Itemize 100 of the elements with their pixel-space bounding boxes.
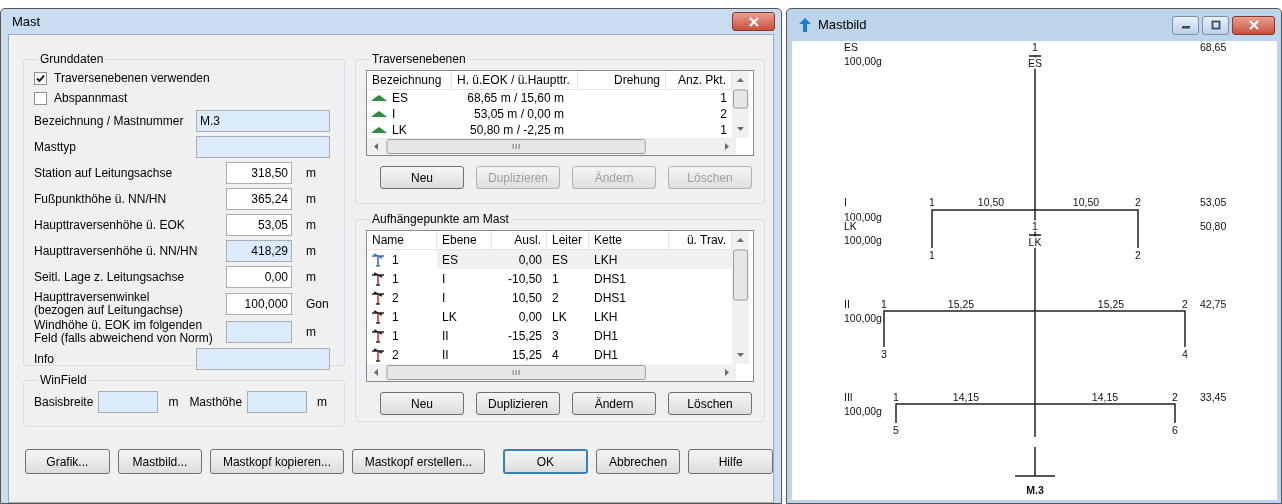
dialog-button[interactable]: Hilfe — [688, 449, 773, 474]
input-field[interactable]: 0,00 — [226, 266, 292, 288]
table-cell-text: II — [442, 327, 449, 345]
height-label: 50,80 — [1200, 220, 1227, 232]
column-header[interactable]: Ebene — [437, 231, 492, 250]
conductor-number: 6 — [1172, 424, 1178, 436]
close-icon — [747, 16, 760, 27]
point-number: 1 — [1032, 220, 1038, 232]
vertical-scrollbar[interactable] — [732, 231, 749, 364]
level-name: ES — [844, 41, 858, 53]
field-label: Masthöhe — [189, 394, 243, 411]
dialog-button[interactable]: Löschen — [668, 392, 752, 415]
table-cell-text: 50,80 m / -2,25 m — [469, 122, 564, 139]
column-header[interactable]: Leiter — [547, 231, 589, 250]
conductor-number: 3 — [881, 348, 887, 360]
angle-label: 100,00g — [844, 211, 882, 223]
conductor-number: 2 — [1135, 249, 1141, 261]
field-label: Fußpunkthöhe ü. NN/HN — [34, 192, 168, 206]
input-field[interactable] — [98, 391, 159, 413]
height-label: 33,45 — [1200, 391, 1227, 403]
column-header[interactable]: Ausl. — [492, 231, 547, 250]
dialog-button[interactable]: OK — [503, 449, 588, 474]
table-cell-text: 2 — [552, 289, 559, 307]
close-button[interactable] — [1232, 15, 1275, 35]
insulator-icon — [371, 347, 385, 362]
input-field[interactable] — [196, 136, 330, 158]
dialog-button[interactable]: Mastkopf kopieren... — [210, 449, 344, 474]
table-cell-text: 1 — [552, 270, 559, 288]
unit-label: m — [305, 217, 316, 234]
input-field[interactable]: 318,50 — [226, 162, 292, 184]
maximize-button[interactable] — [1202, 15, 1229, 35]
table-cell-text: 1 — [392, 251, 399, 269]
input-field[interactable] — [247, 391, 308, 413]
group-title: WinField — [39, 372, 88, 389]
table-cell-text: 53,05 m / 0,00 m — [473, 106, 564, 123]
group-title: Grunddaten — [39, 51, 105, 68]
level-name: I — [844, 196, 847, 208]
conductor-number: 5 — [893, 424, 899, 436]
angle-label: 100,00g — [844, 234, 882, 246]
unit-label: m — [305, 165, 316, 182]
horizontal-scrollbar[interactable] — [367, 364, 736, 381]
level-name: III — [844, 391, 853, 403]
column-header[interactable]: Drehung — [578, 71, 666, 90]
unit-label: Gon — [305, 296, 329, 313]
group-title: Aufhängepunkte am Mast — [371, 211, 510, 228]
field-label: Haupttraversenhöhe ü. EOK — [34, 218, 186, 232]
table-cell-text: DHS1 — [594, 270, 626, 288]
vertical-scrollbar[interactable] — [732, 71, 749, 138]
height-label: 68,65 — [1200, 41, 1227, 53]
checkbox[interactable] — [34, 71, 47, 85]
dialog-button[interactable]: Mastkopf erstellen... — [351, 449, 486, 474]
checkbox-label: Traversenebenen verwenden — [54, 70, 210, 87]
unit-label: m — [305, 243, 316, 260]
attachment-tick — [1028, 55, 1042, 57]
checkbox-label: Abspannmast — [54, 90, 128, 107]
close-button[interactable] — [732, 12, 775, 31]
unit-label: m — [305, 324, 316, 341]
table-cell-text: 3 — [552, 327, 559, 345]
insulator-icon — [371, 252, 385, 267]
table-cell-text: ES — [442, 251, 458, 269]
field-label: Masttyp — [34, 139, 77, 156]
dialog-button[interactable]: Ändern — [572, 392, 656, 415]
crossarm-icon — [371, 94, 387, 102]
distance-label: 10,50 — [1072, 196, 1100, 208]
input-field[interactable]: 365,24 — [226, 188, 292, 210]
table-cell-text: 1 — [392, 270, 399, 288]
input-field[interactable] — [196, 348, 330, 370]
checkbox[interactable] — [34, 91, 47, 105]
input-field[interactable]: 53,05 — [226, 214, 292, 236]
column-header[interactable]: Kette — [589, 231, 669, 250]
insulator-icon — [371, 328, 385, 343]
dialog-button[interactable]: Neu — [380, 166, 464, 189]
column-header[interactable]: H. ü.EOK / ü.Haupttr. — [452, 71, 578, 90]
table-cell-text: I — [442, 289, 446, 307]
input-field[interactable]: M.3 — [196, 110, 330, 132]
dialog-button[interactable]: Mastbild... — [117, 449, 203, 474]
field-label: Seitl. Lage z. Leitungsachse — [34, 270, 186, 284]
minimize-button[interactable] — [1172, 15, 1199, 35]
horizontal-scrollbar[interactable] — [367, 138, 736, 155]
table-cell-text: LK — [442, 308, 457, 326]
column-header[interactable]: ü. Trav. — [669, 231, 732, 250]
crossarm-icon — [371, 110, 387, 118]
input-field[interactable] — [226, 321, 292, 343]
unit-label: m — [305, 191, 316, 208]
column-header[interactable]: Bezeichnung — [367, 71, 452, 90]
input-field[interactable]: 418,29 — [226, 240, 292, 262]
input-field[interactable]: 100,000 — [226, 293, 292, 315]
table-cell-text: 1 — [720, 122, 727, 139]
dialog-button[interactable]: Abbrechen — [595, 449, 681, 474]
column-header[interactable]: Anz. Pkt. — [666, 71, 732, 90]
dialog-button[interactable]: Duplizieren — [476, 392, 560, 415]
dialog-button[interactable]: Grafik... — [25, 449, 110, 474]
table-row[interactable]: ES 0,00 ES LKH — [437, 250, 732, 269]
dialog-button[interactable]: Neu — [380, 392, 464, 415]
table-cell-text: LKH — [594, 308, 618, 326]
point-number: 1 — [1032, 41, 1038, 53]
field-label: Bezeichnung / Mastnummer — [34, 113, 185, 130]
table-cell-text: -10,50 — [507, 270, 542, 288]
table-cell-text: 10,50 — [511, 289, 542, 307]
column-header[interactable]: Name — [367, 231, 437, 250]
